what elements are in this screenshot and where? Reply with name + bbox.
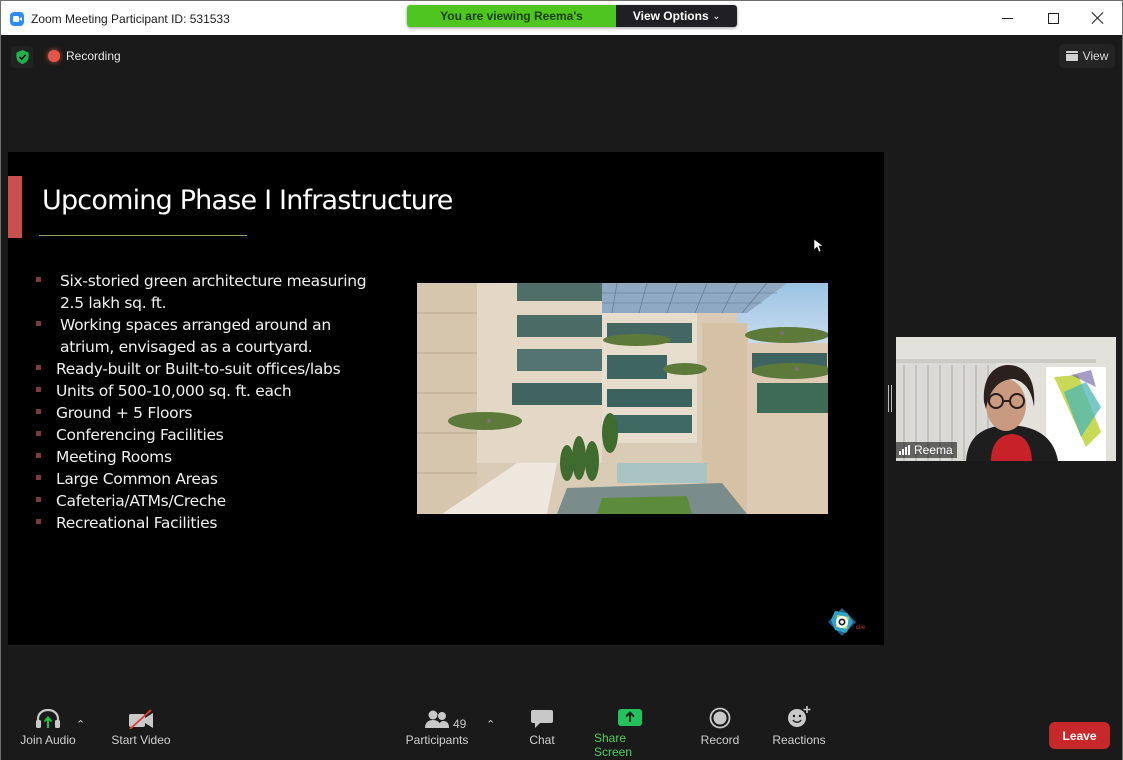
join-audio-label: Join Audio [20, 733, 76, 747]
view-options-label: View Options [632, 9, 709, 23]
bullet-item: Six-storied green architecture measuring… [36, 270, 406, 314]
participants-icon [425, 710, 449, 728]
start-video-label: Start Video [111, 733, 171, 747]
zoom-app-icon [10, 12, 24, 26]
bullet-icon [36, 519, 41, 524]
chat-bubble-icon [531, 710, 553, 728]
view-layout-button[interactable]: View [1059, 44, 1115, 68]
leave-meeting-button[interactable]: Leave [1049, 722, 1110, 749]
record-icon [709, 707, 731, 729]
bullet-item: Conferencing Facilities [36, 424, 406, 446]
recording-indicator-icon [48, 50, 60, 62]
participant-count: 49 [453, 717, 467, 731]
bullet-item: Large Common Areas [36, 468, 406, 490]
grid-view-icon [1065, 51, 1078, 61]
participant-name: Reema [914, 443, 953, 457]
share-screen-button[interactable]: Share Screen [594, 701, 666, 759]
chat-label: Chat [529, 733, 555, 747]
headphones-icon [36, 709, 60, 728]
ciie-logo-icon [828, 608, 856, 636]
bullet-icon [36, 277, 41, 282]
bullet-item: Recreational Facilities [36, 512, 406, 534]
bullet-icon [36, 453, 41, 458]
window-title: Zoom Meeting Participant ID: 531533 [31, 12, 230, 26]
participant-video-tile[interactable]: Reema [896, 337, 1116, 461]
close-button[interactable] [1075, 1, 1121, 35]
bullet-item: Working spaces arranged around an atrium,… [36, 314, 406, 358]
share-screen-icon [618, 709, 642, 726]
chevron-down-icon: ⌄ [712, 11, 721, 21]
viewing-status: You are viewing Reema's screen [407, 5, 616, 27]
reactions-smiley-icon [788, 706, 811, 727]
bullet-icon [36, 497, 41, 502]
start-video-button[interactable]: Start Video [109, 701, 173, 759]
record-label: Record [700, 733, 740, 747]
reactions-label: Reactions [772, 733, 826, 747]
recording-label: Recording [66, 49, 121, 63]
close-icon [1092, 12, 1104, 24]
audio-options-caret-icon[interactable]: ⌃ [76, 718, 85, 731]
building-rendering-image [417, 283, 828, 514]
bullet-item: Units of 500-10,000 sq. ft. each [36, 380, 406, 402]
slide-title-underline [39, 235, 247, 236]
mouse-cursor-icon [814, 239, 824, 253]
bullet-icon [36, 387, 41, 392]
bullet-item: Meeting Rooms [36, 446, 406, 468]
view-label: View [1082, 49, 1109, 63]
record-button[interactable]: Record [700, 701, 740, 759]
logo-tag: ciie [856, 625, 866, 631]
participants-label: Participants [405, 733, 469, 747]
security-shield-button[interactable] [11, 46, 33, 68]
bullet-icon [36, 365, 41, 370]
maximize-button[interactable] [1030, 1, 1076, 35]
screen-share-banner: You are viewing Reema's screen View Opti… [407, 5, 737, 27]
share-screen-label: Share Screen [594, 731, 633, 759]
bullet-icon [36, 475, 41, 480]
bullet-item: Ready-built or Built-to-suit offices/lab… [36, 358, 406, 380]
bullet-icon [36, 409, 41, 414]
maximize-icon [1047, 12, 1059, 24]
slide-accent-bar [8, 176, 22, 238]
bullet-icon [36, 321, 41, 326]
join-audio-button[interactable]: Join Audio [17, 701, 79, 759]
video-off-icon [129, 709, 153, 729]
participant-name-tag: Reema [896, 442, 957, 458]
zoom-window: Zoom Meeting Participant ID: 531533 You … [0, 0, 1123, 760]
chat-button[interactable]: Chat [524, 701, 560, 759]
connection-signal-icon [899, 445, 910, 455]
bullet-item: Ground + 5 Floors [36, 402, 406, 424]
shared-screen: Upcoming Phase I Infrastructure Six-stor… [8, 152, 884, 645]
slide-title: Upcoming Phase I Infrastructure [42, 185, 453, 216]
slide-bullet-list: Six-storied green architecture measuring… [36, 270, 406, 534]
panel-resize-handle[interactable] [888, 385, 892, 412]
bullet-item: Cafeteria/ATMs/Creche [36, 490, 406, 512]
minimize-icon [1001, 17, 1013, 19]
shield-check-icon [15, 50, 29, 64]
minimize-button[interactable] [984, 1, 1030, 35]
view-options-button[interactable]: View Options ⌄ [616, 5, 737, 27]
participants-options-caret-icon[interactable]: ⌃ [486, 718, 495, 731]
reactions-button[interactable]: Reactions [772, 701, 826, 759]
bullet-icon [36, 431, 41, 436]
meeting-toolbar: Join Audio ⌃ Start Video Participants 49… [1, 701, 1122, 760]
